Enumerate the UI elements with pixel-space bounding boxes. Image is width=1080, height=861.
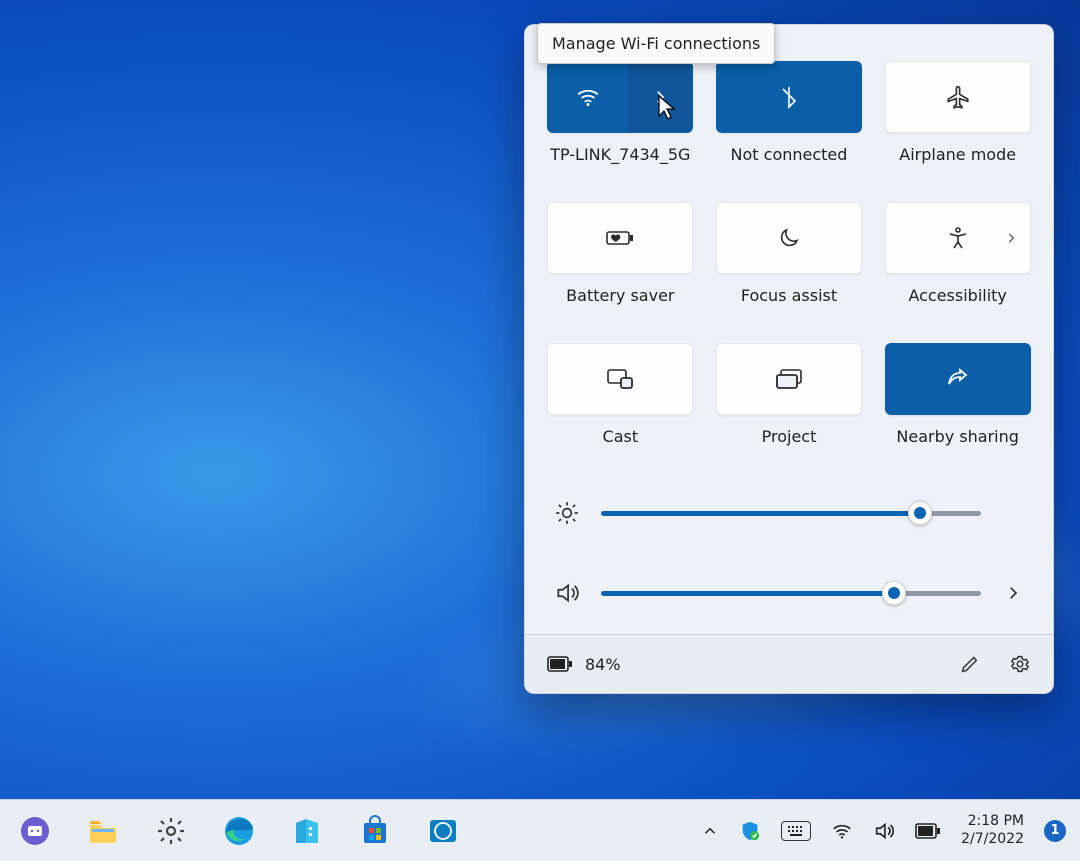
folder-icon bbox=[87, 815, 119, 847]
volume-slider[interactable] bbox=[601, 591, 981, 596]
tile-airplane: Airplane mode bbox=[882, 61, 1033, 164]
gear-icon bbox=[155, 815, 187, 847]
bluetooth-icon bbox=[777, 85, 801, 109]
quick-settings-flyout: Manage Wi-Fi connections TP-LINK_7434_5G bbox=[524, 24, 1054, 694]
airplane-button[interactable] bbox=[885, 61, 1031, 133]
volume-icon bbox=[873, 820, 895, 842]
chevron-right-icon bbox=[1004, 231, 1018, 245]
tile-battery-saver: Battery saver bbox=[545, 202, 696, 305]
pencil-icon bbox=[959, 653, 981, 675]
edit-button[interactable] bbox=[959, 653, 981, 675]
taskbar-apps bbox=[12, 808, 466, 854]
settings-button[interactable] bbox=[1009, 653, 1031, 675]
taskbar-app-store[interactable] bbox=[352, 808, 398, 854]
project-icon bbox=[775, 368, 803, 390]
tile-project: Project bbox=[714, 343, 865, 446]
moon-icon bbox=[777, 226, 801, 250]
cast-icon bbox=[606, 367, 634, 391]
tile-bluetooth: Not connected bbox=[714, 61, 865, 164]
cast-button[interactable] bbox=[547, 343, 693, 415]
focus-assist-button[interactable] bbox=[716, 202, 862, 274]
cast-label: Cast bbox=[603, 427, 639, 446]
tray-security-icon[interactable] bbox=[739, 820, 761, 842]
brightness-slider[interactable] bbox=[601, 511, 981, 516]
store-icon bbox=[359, 815, 391, 847]
chevron-up-icon bbox=[701, 822, 719, 840]
accessibility-expand[interactable] bbox=[1004, 231, 1018, 245]
battery-saver-button[interactable] bbox=[547, 202, 693, 274]
gear-icon bbox=[1009, 653, 1031, 675]
project-label: Project bbox=[762, 427, 817, 446]
bluetooth-label: Not connected bbox=[731, 145, 848, 164]
nearby-sharing-button[interactable] bbox=[885, 343, 1031, 415]
nearby-sharing-label: Nearby sharing bbox=[896, 427, 1019, 446]
battery-percent-text: 84% bbox=[585, 655, 621, 674]
quick-tiles-grid: TP-LINK_7434_5G Not connected Airplane m… bbox=[545, 61, 1033, 446]
tile-nearby-sharing: Nearby sharing bbox=[882, 343, 1033, 446]
accessibility-icon bbox=[946, 226, 970, 250]
share-icon bbox=[945, 367, 971, 391]
tray-network-volume-battery[interactable] bbox=[831, 820, 941, 842]
chat-icon bbox=[19, 815, 51, 847]
notification-count: 1 bbox=[1050, 823, 1059, 838]
sliders-section bbox=[545, 500, 1033, 606]
taskbar-app-settings[interactable] bbox=[148, 808, 194, 854]
tile-focus-assist: Focus assist bbox=[714, 202, 865, 305]
taskbar-time: 2:18 PM bbox=[961, 813, 1024, 831]
bluetooth-button[interactable] bbox=[716, 61, 862, 133]
wifi-expand-button[interactable] bbox=[628, 62, 693, 132]
battery-saver-icon bbox=[605, 227, 635, 249]
tile-cast: Cast bbox=[545, 343, 696, 446]
tile-accessibility: Accessibility bbox=[882, 202, 1033, 305]
building-icon bbox=[291, 815, 323, 847]
volume-expand-button[interactable] bbox=[1001, 584, 1025, 602]
wifi-icon bbox=[575, 84, 601, 110]
wifi-manage-tooltip: Manage Wi-Fi connections bbox=[537, 23, 775, 64]
dell-icon bbox=[427, 815, 459, 847]
tray-touch-keyboard-button[interactable] bbox=[781, 821, 811, 841]
tooltip-text: Manage Wi-Fi connections bbox=[552, 34, 760, 53]
accessibility-button[interactable] bbox=[885, 202, 1031, 274]
wifi-button[interactable] bbox=[547, 61, 693, 133]
notification-badge[interactable]: 1 bbox=[1044, 820, 1066, 842]
edge-icon bbox=[223, 815, 255, 847]
battery-status[interactable]: 84% bbox=[547, 655, 621, 674]
taskbar-date: 2/7/2022 bbox=[961, 831, 1024, 849]
battery-icon bbox=[547, 655, 573, 673]
flyout-footer: 84% bbox=[525, 634, 1053, 693]
airplane-label: Airplane mode bbox=[899, 145, 1016, 164]
wifi-toggle[interactable] bbox=[548, 62, 627, 132]
taskbar-app-office[interactable] bbox=[284, 808, 330, 854]
tray-overflow-button[interactable] bbox=[701, 822, 719, 840]
volume-icon bbox=[553, 580, 581, 606]
shield-icon bbox=[739, 820, 761, 842]
focus-assist-label: Focus assist bbox=[741, 286, 837, 305]
project-button[interactable] bbox=[716, 343, 862, 415]
chevron-right-icon bbox=[651, 88, 669, 106]
volume-slider-row bbox=[553, 580, 1025, 606]
taskbar-app-dell[interactable] bbox=[420, 808, 466, 854]
taskbar-tray: 2:18 PM 2/7/2022 1 bbox=[701, 813, 1066, 848]
taskbar: 2:18 PM 2/7/2022 1 bbox=[0, 799, 1080, 861]
chevron-right-icon bbox=[1004, 584, 1022, 602]
taskbar-app-edge[interactable] bbox=[216, 808, 262, 854]
wifi-label: TP-LINK_7434_5G bbox=[550, 145, 690, 164]
tile-wifi: TP-LINK_7434_5G bbox=[545, 61, 696, 164]
accessibility-label: Accessibility bbox=[908, 286, 1006, 305]
airplane-icon bbox=[945, 84, 971, 110]
keyboard-icon bbox=[787, 825, 805, 837]
brightness-slider-row bbox=[553, 500, 1025, 526]
battery-saver-label: Battery saver bbox=[566, 286, 674, 305]
taskbar-clock[interactable]: 2:18 PM 2/7/2022 bbox=[961, 813, 1024, 848]
battery-icon bbox=[915, 823, 941, 839]
wifi-icon bbox=[831, 820, 853, 842]
taskbar-app-explorer[interactable] bbox=[80, 808, 126, 854]
taskbar-app-chat[interactable] bbox=[12, 808, 58, 854]
brightness-icon bbox=[553, 500, 581, 526]
